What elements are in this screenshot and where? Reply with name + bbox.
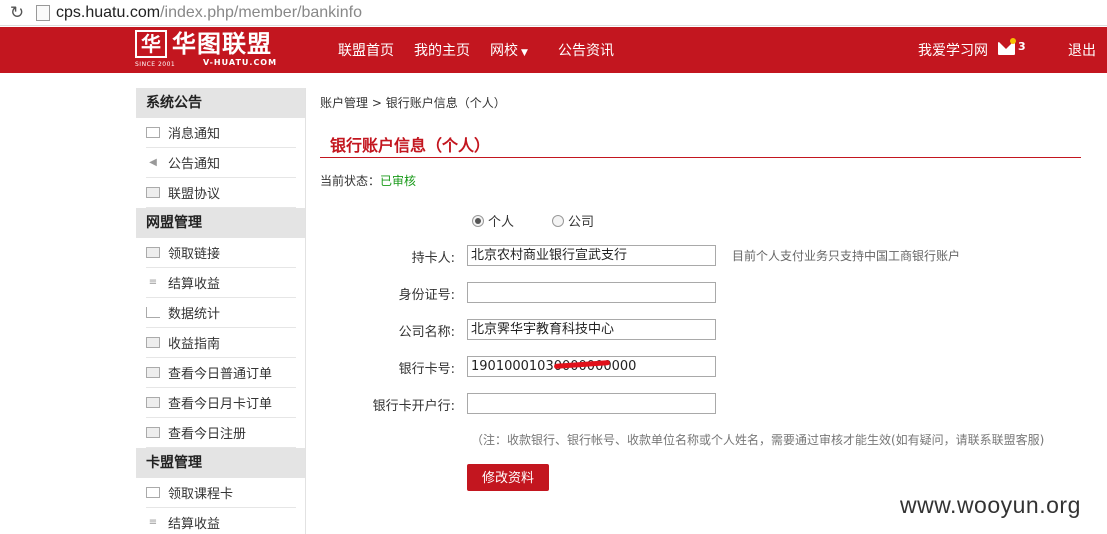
logo-text: 华图联盟 xyxy=(172,30,272,58)
browser-address-bar: ↻ cps.huatu.com/index.php/member/bankinf… xyxy=(0,0,1107,26)
sidebar-section-system: 系统公告 xyxy=(136,88,305,118)
idcard-input[interactable] xyxy=(467,282,716,303)
breadcrumb-separator: > xyxy=(371,96,382,110)
breadcrumb-account[interactable]: 账户管理 xyxy=(320,96,368,110)
cardno-label: 银行卡号: xyxy=(398,362,455,377)
sidebar-item-get-link[interactable]: 领取链接 xyxy=(146,238,296,268)
sidebar-item-messages[interactable]: 消息通知 xyxy=(146,118,296,148)
logo-since: SINCE 2001 xyxy=(135,61,176,68)
account-status: 当前状态：已审核 xyxy=(320,172,416,189)
sidebar-item-label: 消息通知 xyxy=(168,127,221,142)
radio-company-label: 公司 xyxy=(568,215,595,230)
radio-company[interactable]: 公司 xyxy=(552,211,594,230)
company-input[interactable]: 北京霁华宇教育科技中心 xyxy=(467,319,716,340)
watermark: www.wooyun.org xyxy=(900,492,1081,518)
sidebar-item-card-settlement[interactable]: ≡ 结算收益 xyxy=(146,508,296,534)
radio-personal-label: 个人 xyxy=(488,215,515,230)
breadcrumb: 账户管理 > 银行账户信息（个人） xyxy=(320,94,506,111)
nav-online-school-label: 网校 xyxy=(490,43,518,59)
status-value: 已审核 xyxy=(380,174,417,188)
modify-info-button[interactable]: 修改资料 xyxy=(467,464,549,491)
audit-note: （注：收款银行、银行帐号、收款单位名称或个人姓名，需要通过审核才能生效(如有疑问… xyxy=(471,433,1045,447)
sidebar-item-label: 联盟协议 xyxy=(168,187,221,202)
box-icon xyxy=(146,337,160,348)
logo-mark: 华 xyxy=(135,30,167,58)
bank-branch-input[interactable] xyxy=(467,393,716,414)
sidebar-item-today-orders[interactable]: 查看今日普通订单 xyxy=(146,358,296,388)
sidebar-item-label: 公告通知 xyxy=(168,157,221,172)
sidebar-item-label: 收益指南 xyxy=(168,337,221,352)
sidebar-item-course-card[interactable]: 领取课程卡 xyxy=(146,478,296,508)
cardno-input[interactable]: 19010001030000000000 xyxy=(467,356,716,377)
bank-branch-label: 银行卡开户行: xyxy=(372,399,455,414)
sidebar-item-statistics[interactable]: 数据统计 xyxy=(146,298,296,328)
coins-icon: ≡ xyxy=(148,517,158,528)
logout-link[interactable]: 退出 xyxy=(1068,40,1096,60)
radio-personal[interactable]: 个人 xyxy=(472,211,514,230)
sidebar-section-network: 网盟管理 xyxy=(136,208,305,238)
nav-announcements[interactable]: 公告资讯 xyxy=(558,40,614,60)
sidebar-item-label: 数据统计 xyxy=(168,307,221,322)
link-icon xyxy=(146,247,160,258)
sidebar-item-today-registrations[interactable]: 查看今日注册 xyxy=(146,418,296,448)
radio-checked-icon xyxy=(472,214,484,227)
sidebar-item-label: 结算收益 xyxy=(168,277,221,292)
page-title: 银行账户信息（个人） xyxy=(330,136,491,155)
sidebar-divider xyxy=(305,88,306,534)
sidebar-item-label: 查看今日注册 xyxy=(168,427,247,442)
url-path: /index.php/member/bankinfo xyxy=(160,3,362,21)
logo-sub: V-HUATU.COM xyxy=(203,58,278,67)
sidebar: 系统公告 消息通知 ◀ 公告通知 联盟协议 网盟管理 领取链接 ≡ 结算收益 数据统… xyxy=(136,88,305,534)
document-icon xyxy=(146,187,160,198)
sidebar-item-guide[interactable]: 收益指南 xyxy=(146,328,296,358)
sidebar-item-label: 领取课程卡 xyxy=(168,487,234,502)
mail-icon xyxy=(146,127,160,138)
holder-hint: 目前个人支付业务只支持中国工商银行账户 xyxy=(732,249,961,263)
caret-down-icon: ▼ xyxy=(521,48,528,58)
nav-online-school[interactable]: 网校 ▼ xyxy=(490,40,528,60)
title-divider xyxy=(320,157,1081,158)
url-host: cps.huatu.com xyxy=(56,3,161,21)
sidebar-item-label: 结算收益 xyxy=(168,517,221,532)
sidebar-item-label: 查看今日月卡订单 xyxy=(168,397,273,412)
sidebar-item-label: 领取链接 xyxy=(168,247,221,262)
coins-icon: ≡ xyxy=(148,277,158,288)
sidebar-section-card: 卡盟管理 xyxy=(136,448,305,478)
sidebar-item-label: 查看今日普通订单 xyxy=(168,367,273,382)
box-icon xyxy=(146,427,160,438)
company-label: 公司名称: xyxy=(398,325,455,340)
site-logo[interactable]: 华 华图联盟 SINCE 2001 V-HUATU.COM xyxy=(135,30,295,70)
nav-my-page[interactable]: 我的主页 xyxy=(414,40,470,60)
holder-label: 持卡人: xyxy=(411,251,455,266)
address-url[interactable]: cps.huatu.com/index.php/member/bankinfo xyxy=(56,4,362,22)
sidebar-item-notices[interactable]: ◀ 公告通知 xyxy=(146,148,296,178)
card-icon xyxy=(146,487,160,498)
sidebar-item-monthly-orders[interactable]: 查看今日月卡订单 xyxy=(146,388,296,418)
holder-input[interactable]: 北京农村商业银行宣武支行 xyxy=(467,245,716,266)
mail-count: 3 xyxy=(1018,40,1026,53)
nav-home[interactable]: 联盟首页 xyxy=(338,40,394,60)
breadcrumb-current: 银行账户信息（个人） xyxy=(385,96,506,110)
sidebar-item-agreement[interactable]: 联盟协议 xyxy=(146,178,296,208)
radio-unchecked-icon xyxy=(552,214,564,227)
sidebar-item-settlement[interactable]: ≡ 结算收益 xyxy=(146,268,296,298)
nav-site-link[interactable]: 我爱学习网 xyxy=(918,40,988,60)
top-navigation: 华 华图联盟 SINCE 2001 V-HUATU.COM 联盟首页 我的主页 … xyxy=(0,27,1107,73)
box-icon xyxy=(146,367,160,378)
page-icon xyxy=(36,4,50,21)
status-label: 当前状态： xyxy=(320,174,381,188)
reload-icon[interactable]: ↻ xyxy=(4,2,30,24)
speaker-icon: ◀ xyxy=(149,157,157,168)
idcard-label: 身份证号: xyxy=(398,288,455,303)
box-icon xyxy=(146,397,160,408)
mail-badge-dot xyxy=(1010,38,1016,44)
chart-icon xyxy=(146,307,160,318)
